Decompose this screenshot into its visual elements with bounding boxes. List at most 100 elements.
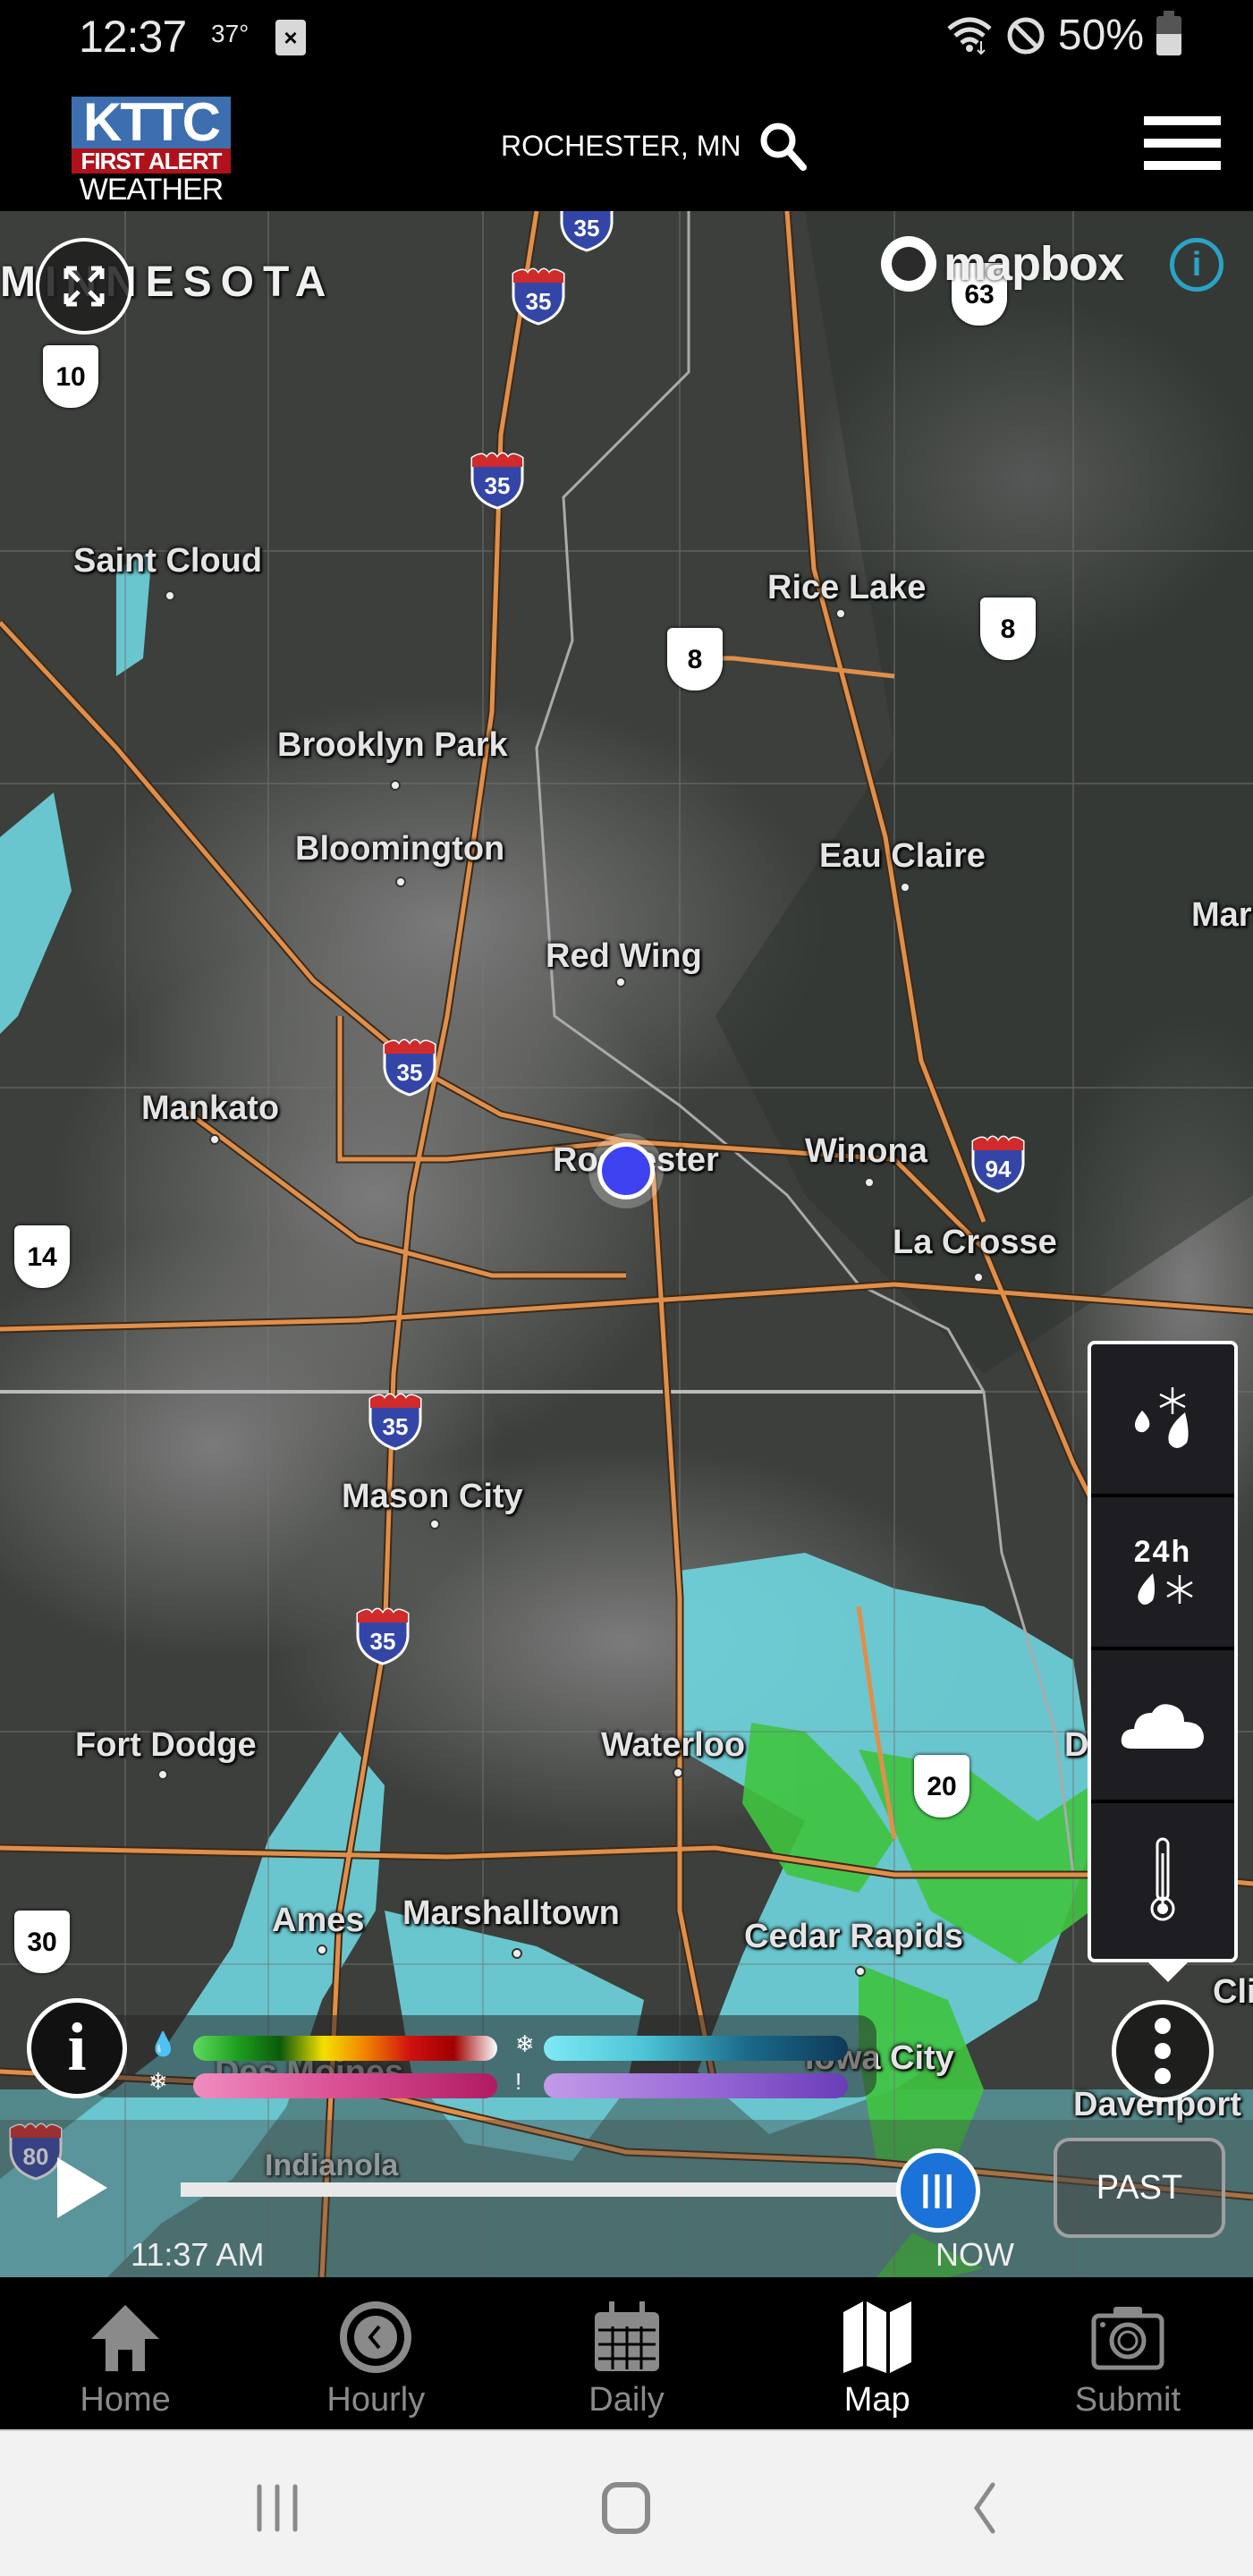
legend-bar-snow: [544, 2036, 848, 2061]
city-label: Saint Cloud: [73, 542, 263, 580]
status-temperature: 37°: [211, 20, 250, 47]
timeline-now-label: NOW: [936, 2236, 1014, 2273]
interstate-number: 35: [485, 472, 511, 499]
map-icon: [837, 2297, 918, 2377]
city-label: Cedar Rapids: [744, 1918, 963, 1955]
wifi-icon: [947, 17, 992, 55]
layer-precipitation[interactable]: [1091, 1344, 1234, 1497]
app-header: KTTC FIRST ALERT WEATHER ROCHESTER, MN: [0, 79, 1253, 211]
interstate-shield: 35: [368, 1393, 422, 1451]
nav-label: Map: [843, 2381, 910, 2419]
home-button-icon[interactable]: [599, 2481, 653, 2535]
city-dot: [673, 1767, 683, 1778]
nav-label: Daily: [588, 2381, 665, 2419]
us-route-shield: 30: [14, 1911, 70, 1973]
city-label: Winona: [805, 1132, 927, 1170]
more-options-button[interactable]: [1112, 2000, 1214, 2102]
dot: [1155, 2043, 1171, 2059]
timeline-start-time: 11:37 AM: [131, 2236, 265, 2273]
nav-label: Submit: [1074, 2381, 1181, 2419]
layer-24h-label: 24h: [1133, 1535, 1192, 1569]
hamburger-menu-icon[interactable]: [1144, 116, 1221, 170]
current-location-marker[interactable]: [597, 1142, 655, 1199]
menu-line: [1144, 116, 1221, 125]
bottom-nav: Home Hourly Daily Map Submit: [0, 2277, 1253, 2429]
city-label: Cli: [1213, 1973, 1253, 2011]
rain-snow-icon: [1135, 1386, 1189, 1448]
us-route-shield: 20: [914, 1755, 969, 1818]
interstate-shield: 35: [560, 211, 614, 252]
city-dot: [317, 1945, 327, 1955]
city-dot: [390, 780, 401, 791]
legend-info-button[interactable]: i: [27, 1998, 127, 2098]
city-label: Waterloo: [601, 1726, 746, 1764]
city-dot: [165, 590, 175, 601]
close-box-icon: ×: [275, 20, 306, 55]
mapbox-logo[interactable]: mapbox: [881, 236, 1124, 292]
nav-hourly[interactable]: Hourly: [250, 2277, 501, 2429]
timeline-track[interactable]: [181, 2182, 941, 2197]
layer-24h-precipitation[interactable]: 24h: [1091, 1497, 1234, 1650]
city-label: Marshalltown: [402, 1894, 620, 1932]
nav-map[interactable]: Map: [752, 2277, 1003, 2429]
nav-home[interactable]: Home: [0, 2277, 250, 2429]
interstate-shield: 35: [356, 1607, 410, 1665]
interstate-shield: 35: [470, 452, 524, 510]
fullscreen-button[interactable]: [36, 238, 132, 335]
thermometer-icon: [1150, 1837, 1175, 1920]
legend-bar-ice: [544, 2073, 848, 2098]
city-dot: [157, 1769, 168, 1780]
interstate-shield: 35: [383, 1038, 436, 1097]
expand-icon: [63, 266, 105, 307]
layer-panel: 24h: [1088, 1341, 1238, 1982]
layer-clouds[interactable]: [1091, 1650, 1234, 1803]
attribution-info-button[interactable]: i: [1170, 238, 1223, 292]
mix-icon: ❄: [148, 2068, 168, 2095]
past-future-toggle[interactable]: PAST: [1054, 2138, 1225, 2238]
nav-submit[interactable]: Submit: [1003, 2277, 1253, 2429]
nav-label: Home: [80, 2381, 171, 2419]
timeline-thumb[interactable]: |||: [896, 2148, 980, 2233]
dot: [1155, 2018, 1171, 2034]
play-button[interactable]: [57, 2157, 107, 2218]
do-not-disturb-icon: [1007, 17, 1045, 54]
ice-icon: !: [515, 2068, 522, 2095]
city-label: Red Wing: [546, 937, 702, 975]
cloud-icon: [1121, 1703, 1204, 1749]
snow-icon: ❄: [515, 2030, 535, 2057]
city-label: Ames: [272, 1902, 365, 1939]
search-icon: [760, 123, 808, 171]
nav-daily[interactable]: Daily: [501, 2277, 751, 2429]
interstate-number: 94: [986, 1156, 1012, 1182]
battery-percent: 50%: [1057, 12, 1144, 59]
location-search-button[interactable]: ROCHESTER, MN: [501, 114, 809, 177]
city-dot: [615, 977, 626, 987]
rain-snow-icon: [1138, 1573, 1193, 1605]
us-route-shield: 8: [667, 628, 723, 691]
layer-temperature[interactable]: [1091, 1803, 1234, 1956]
city-label: Fort Dodge: [75, 1726, 257, 1764]
radar-map[interactable]: MINNESOTA Saint Cloud Rice Lake Brooklyn…: [0, 211, 1253, 2277]
calendar-icon: [587, 2297, 667, 2377]
city-dot: [855, 1966, 866, 1977]
us-route-shield: 10: [43, 345, 98, 408]
logo-first-alert: FIRST ALERT: [72, 148, 231, 174]
interstate-shield: 94: [971, 1135, 1025, 1193]
city-dot: [973, 1272, 984, 1283]
interstate-number: 35: [397, 1059, 423, 1086]
city-label: Mason City: [342, 1478, 523, 1515]
city-dot: [900, 882, 910, 893]
kttc-logo[interactable]: KTTC FIRST ALERT WEATHER: [72, 96, 231, 206]
battery-icon: [1156, 10, 1181, 55]
status-icons: 50%: [945, 10, 1181, 60]
dot: [1155, 2068, 1171, 2084]
radar-timeline: ||| 11:37 AM NOW PAST: [0, 2120, 1253, 2277]
system-navigation-bar: [0, 2429, 1253, 2576]
city-label: Mankato: [141, 1089, 280, 1127]
mapbox-mark-icon: [881, 236, 936, 292]
menu-line: [1144, 161, 1221, 170]
radar-legend: i 💧 ❄ ❄ !: [0, 1991, 894, 2098]
recent-apps-icon[interactable]: [250, 2481, 304, 2535]
city-label: Mar: [1191, 896, 1252, 934]
back-icon[interactable]: [957, 2481, 1011, 2535]
